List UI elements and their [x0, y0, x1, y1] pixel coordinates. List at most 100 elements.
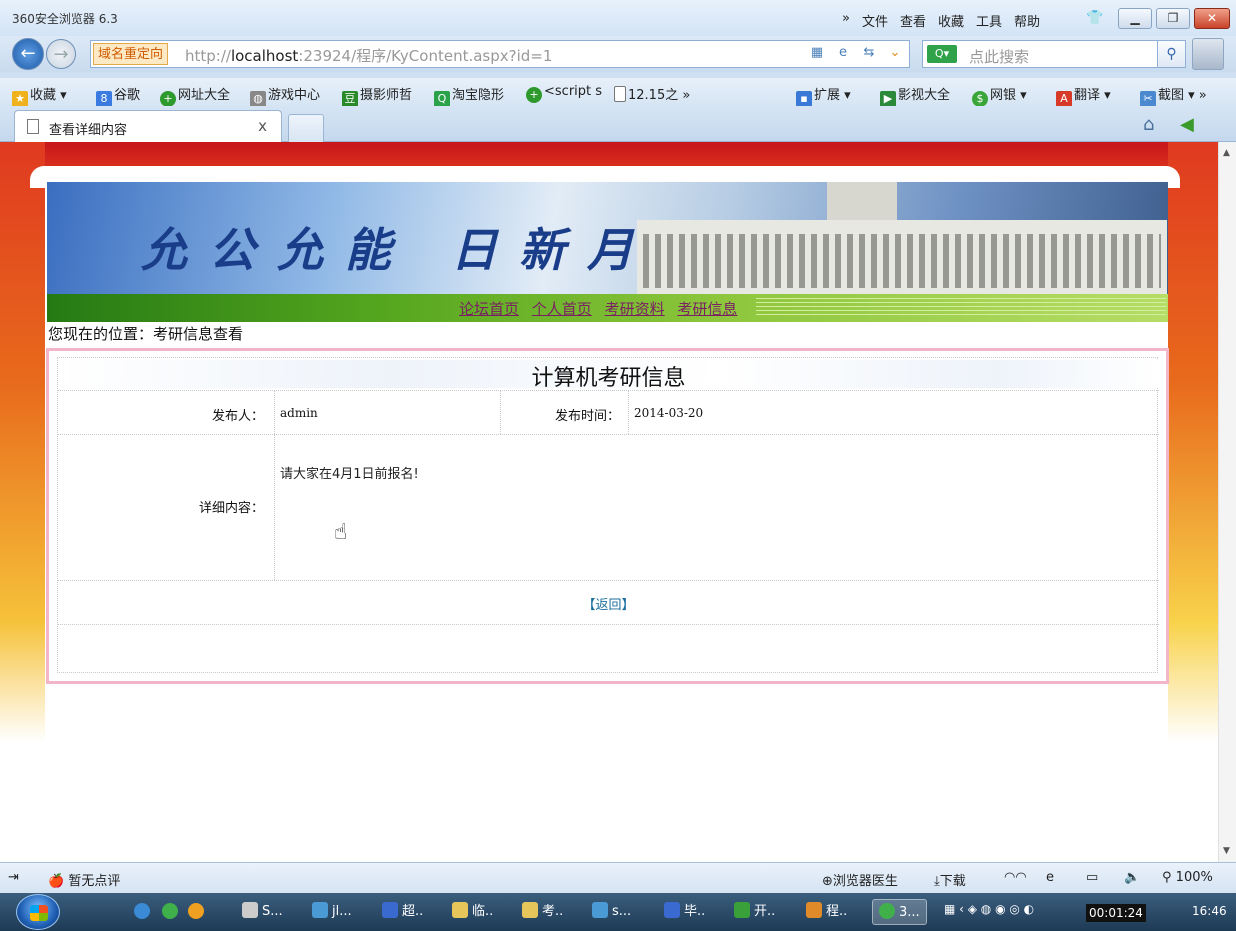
- zoom-icon: ⚲: [1162, 870, 1172, 885]
- volume-icon[interactable]: 🔈: [1124, 870, 1140, 885]
- switch-core-icon[interactable]: ⇆: [859, 45, 879, 63]
- breadcrumb: 您现在的位置：考研信息查看: [48, 325, 244, 343]
- clock[interactable]: 16:46: [1192, 904, 1227, 918]
- task-item-active[interactable]: 3...: [872, 899, 927, 925]
- zoom-control[interactable]: ⚲ 100%: [1162, 870, 1213, 885]
- ie-icon[interactable]: e: [1046, 870, 1054, 885]
- doc-icon: [614, 86, 626, 102]
- festive-background-right: [1168, 142, 1218, 742]
- search-go-icon[interactable]: ⚲: [1157, 41, 1185, 67]
- restore-button[interactable]: ❐: [1156, 8, 1190, 29]
- menu-more[interactable]: »: [842, 11, 850, 30]
- app-quicklaunch-icon[interactable]: [188, 903, 204, 919]
- nav-exam-materials[interactable]: 考研资料: [605, 300, 665, 318]
- bookmark-extensions[interactable]: ▪ 扩展 ▾: [796, 84, 851, 107]
- avatar[interactable]: [1192, 38, 1224, 70]
- search-engine-icon[interactable]: Q▾: [927, 45, 957, 63]
- task-item[interactable]: 程..: [806, 899, 847, 925]
- banner-slogan: 允公允能 日新月异: [141, 223, 724, 277]
- bookmark-movies[interactable]: ▶ 影视大全: [880, 84, 950, 107]
- task-item[interactable]: jl...: [312, 899, 352, 925]
- address-row: ← → 域名重定向 http://localhost:23924/程序/KyCo…: [0, 36, 1236, 72]
- new-tab-button[interactable]: [288, 114, 324, 142]
- tab-detail[interactable]: 查看详细内容 x: [14, 110, 282, 142]
- search-box[interactable]: Q▾ 点此搜索 ⚲: [922, 40, 1186, 68]
- menu-tools[interactable]: 工具: [976, 11, 1002, 30]
- nav-exam-info[interactable]: 考研信息: [677, 300, 737, 318]
- redirect-tag[interactable]: 域名重定向: [93, 43, 169, 65]
- undo-close-icon[interactable]: ◀: [1180, 114, 1194, 135]
- ie-quicklaunch-icon[interactable]: [134, 903, 150, 919]
- vertical-scrollbar[interactable]: ▲ ▼: [1218, 142, 1236, 862]
- dropdown-chevron-icon[interactable]: ⌄: [885, 45, 905, 63]
- meta-row: 发布人： admin 发布时间： 2014-03-20: [58, 390, 1159, 434]
- task-item[interactable]: 超..: [382, 899, 423, 925]
- content-value: 请大家在4月1日前报名!: [280, 467, 419, 482]
- bookmark-translate[interactable]: A 翻译 ▾: [1056, 84, 1111, 107]
- home-icon[interactable]: ⌂: [1143, 114, 1154, 135]
- task-item[interactable]: 考..: [522, 899, 563, 925]
- qrcode-icon[interactable]: ▦: [807, 45, 827, 63]
- task-item[interactable]: 开..: [734, 899, 775, 925]
- scroll-down-icon[interactable]: ▼: [1223, 846, 1230, 856]
- sidebar-toggle-icon[interactable]: ⇥: [8, 870, 19, 885]
- google-icon: 8: [96, 91, 112, 107]
- start-button[interactable]: [16, 894, 60, 930]
- content-label: 详细内容：: [198, 501, 264, 516]
- tab-close-icon[interactable]: x: [258, 117, 267, 135]
- skin-icon[interactable]: 👕: [1086, 10, 1103, 26]
- window-title: 360安全浏览器 6.3: [12, 12, 118, 26]
- back-button[interactable]: ←: [12, 38, 44, 70]
- building-image: [637, 182, 1167, 294]
- page-viewport: 允公允能 日新月异 论坛首页 个人首页 考研资料 考研信息 您现在的位置：考研信…: [0, 142, 1218, 862]
- grid-icon: ▪: [796, 91, 812, 107]
- apple-icon: 🍎: [48, 874, 65, 889]
- 360-quicklaunch-icon[interactable]: [162, 903, 178, 919]
- menu-bar: » 文件 查看 收藏 工具 帮助: [842, 11, 1052, 30]
- detail-title: 计算机考研信息: [58, 360, 1159, 391]
- url-text[interactable]: http://localhost:23924/程序/KyContent.aspx…: [185, 45, 552, 66]
- page-icon: [27, 119, 39, 134]
- nav-personal-home[interactable]: 个人首页: [532, 300, 592, 318]
- task-item[interactable]: 临..: [452, 899, 493, 925]
- close-window-button[interactable]: ✕: [1194, 8, 1230, 29]
- bookmark-1215[interactable]: 12.15之 »: [614, 84, 690, 103]
- ad-filter-icon[interactable]: ◠◠: [1004, 870, 1027, 885]
- bookmark-google[interactable]: 8 谷歌: [96, 84, 140, 107]
- download-button[interactable]: ⤓下载: [934, 870, 966, 889]
- publisher-label: 发布人：: [211, 409, 264, 424]
- bookmark-sites[interactable]: + 网址大全: [160, 84, 230, 107]
- gamepad-icon: ◍: [250, 91, 266, 107]
- minimize-button[interactable]: ▁: [1118, 8, 1152, 29]
- bookmark-bank[interactable]: $ 网银 ▾: [972, 84, 1027, 107]
- window-icon[interactable]: ▭: [1086, 870, 1098, 885]
- system-tray[interactable]: ▦ ‹ ◈ ◍ ◉ ◎ ◐: [944, 902, 1034, 916]
- menu-help[interactable]: 帮助: [1014, 11, 1040, 30]
- browser-doctor[interactable]: ⊕浏览器医生: [822, 870, 898, 889]
- return-link[interactable]: 【返回】: [582, 598, 634, 613]
- bookmark-favorites[interactable]: ★ 收藏 ▾: [12, 84, 67, 107]
- doctor-icon: ⊕: [822, 874, 833, 889]
- title-bar: 360安全浏览器 6.3 » 文件 查看 收藏 工具 帮助 👕 ▁ ❐ ✕: [0, 0, 1236, 36]
- menu-file[interactable]: 文件: [862, 11, 888, 30]
- ie-mode-icon[interactable]: e: [833, 45, 853, 63]
- task-item[interactable]: s...: [592, 899, 631, 925]
- nav-decoration: [756, 298, 1166, 318]
- menu-view[interactable]: 查看: [900, 11, 926, 30]
- task-item[interactable]: 毕..: [664, 899, 705, 925]
- comment-status[interactable]: 🍎 暂无点评: [48, 870, 120, 889]
- search-icon: Q: [434, 91, 450, 107]
- address-bar[interactable]: 域名重定向 http://localhost:23924/程序/KyConten…: [90, 40, 910, 68]
- nav-forum-home[interactable]: 论坛首页: [459, 300, 519, 318]
- scroll-up-icon[interactable]: ▲: [1223, 148, 1230, 158]
- bookmark-photographer[interactable]: 豆摄影师哲: [342, 84, 412, 107]
- bookmark-games[interactable]: ◍ 游戏中心: [250, 84, 320, 107]
- bookmark-script[interactable]: + <script s: [526, 84, 602, 103]
- bookmark-screenshot[interactable]: ✂ 截图 ▾ »: [1140, 84, 1207, 107]
- menu-favorites[interactable]: 收藏: [938, 11, 964, 30]
- bookmark-taobao[interactable]: Q 淘宝隐形: [434, 84, 504, 107]
- plus-circle-icon: +: [526, 87, 542, 103]
- forward-button[interactable]: →: [46, 39, 76, 69]
- task-item[interactable]: S...: [242, 899, 283, 925]
- detail-panel: 计算机考研信息 发布人： admin 发布时间： 2014-03-20 详细内容…: [46, 348, 1169, 684]
